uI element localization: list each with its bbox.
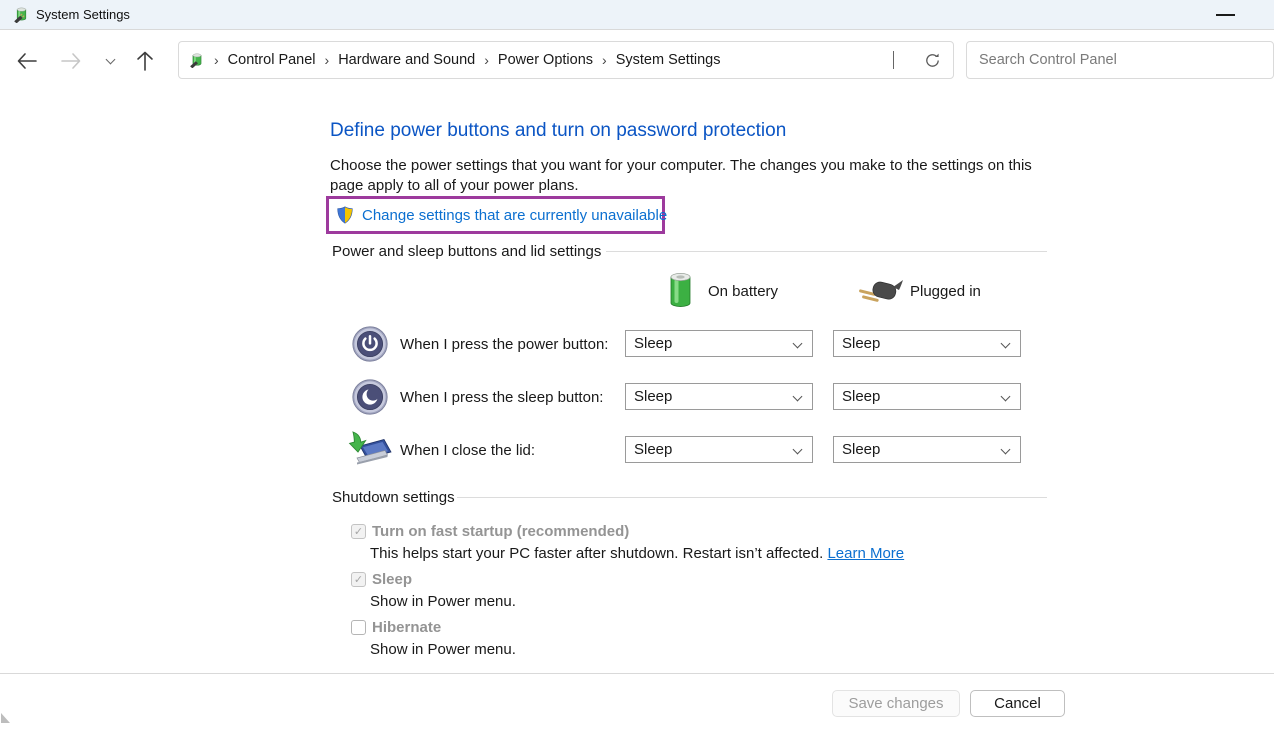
minimize-icon bbox=[1216, 14, 1235, 16]
power-section-heading: Power and sleep buttons and lid settings bbox=[332, 243, 601, 260]
search-input[interactable] bbox=[967, 42, 1273, 78]
resize-grip bbox=[1, 713, 10, 723]
sleep-description: Show in Power menu. bbox=[370, 593, 516, 610]
back-button[interactable] bbox=[10, 44, 44, 78]
section-divider bbox=[606, 251, 1047, 252]
navigation-bar: › Control Panel › Hardware and Sound › P… bbox=[0, 31, 1274, 88]
refresh-icon bbox=[924, 52, 941, 69]
plug-icon bbox=[856, 278, 904, 309]
fast-startup-description: This helps start your PC faster after sh… bbox=[370, 545, 904, 562]
fast-startup-label: Turn on fast startup (recommended) bbox=[372, 523, 629, 540]
chevron-down-icon bbox=[793, 445, 803, 455]
chevron-down-icon bbox=[893, 51, 894, 69]
chevron-down-icon bbox=[105, 54, 115, 64]
selected-value: Sleep bbox=[842, 441, 994, 458]
check-icon: ✓ bbox=[354, 573, 363, 586]
selected-value: Sleep bbox=[634, 388, 786, 405]
forward-button[interactable] bbox=[54, 44, 88, 78]
battery-icon bbox=[668, 272, 693, 313]
minimize-button[interactable] bbox=[1209, 4, 1241, 26]
uac-shield-icon bbox=[336, 206, 354, 224]
recent-locations-button[interactable] bbox=[93, 44, 127, 78]
forward-arrow-icon bbox=[60, 52, 82, 70]
chevron-down-icon bbox=[1001, 339, 1011, 349]
battery-plug-icon bbox=[189, 52, 205, 68]
selected-value: Sleep bbox=[842, 335, 994, 352]
save-changes-button[interactable]: Save changes bbox=[832, 690, 960, 717]
sleep-button-plugged-in-select[interactable]: Sleep bbox=[833, 383, 1021, 410]
title-bar: System Settings bbox=[0, 0, 1274, 30]
sleep-checkbox[interactable]: ✓ bbox=[351, 572, 366, 587]
up-arrow-icon bbox=[136, 50, 154, 72]
section-divider bbox=[457, 497, 1047, 498]
cancel-button[interactable]: Cancel bbox=[970, 690, 1065, 717]
page-title: Define power buttons and turn on passwor… bbox=[330, 120, 786, 142]
close-lid-row-label: When I close the lid: bbox=[400, 442, 535, 459]
selected-value: Sleep bbox=[634, 441, 786, 458]
page-intro: Choose the power settings that you want … bbox=[330, 156, 1032, 196]
up-button[interactable] bbox=[128, 44, 162, 78]
power-button-row-label: When I press the power button: bbox=[400, 336, 608, 353]
window-title: System Settings bbox=[36, 7, 130, 22]
back-arrow-icon bbox=[16, 52, 38, 70]
hibernate-checkbox[interactable] bbox=[351, 620, 366, 635]
sleep-button-icon bbox=[352, 379, 388, 420]
breadcrumb-separator: › bbox=[214, 52, 219, 68]
fast-startup-description-text: This helps start your PC faster after sh… bbox=[370, 545, 827, 562]
change-settings-link[interactable]: Change settings that are currently unava… bbox=[362, 207, 667, 224]
fast-startup-checkbox[interactable]: ✓ bbox=[351, 524, 366, 539]
on-battery-column-label: On battery bbox=[708, 283, 778, 300]
power-button-plugged-in-select[interactable]: Sleep bbox=[833, 330, 1021, 357]
chevron-down-icon bbox=[793, 392, 803, 402]
address-dropdown-button[interactable] bbox=[889, 47, 898, 73]
address-bar[interactable]: › Control Panel › Hardware and Sound › P… bbox=[178, 41, 954, 79]
breadcrumb-separator: › bbox=[484, 52, 489, 68]
power-button-icon bbox=[352, 326, 388, 367]
selected-value: Sleep bbox=[634, 335, 786, 352]
breadcrumb-item-power-options[interactable]: Power Options bbox=[498, 52, 593, 68]
footer-divider bbox=[0, 673, 1274, 674]
selected-value: Sleep bbox=[842, 388, 994, 405]
breadcrumb-item-hardware-and-sound[interactable]: Hardware and Sound bbox=[338, 52, 475, 68]
chevron-down-icon bbox=[793, 339, 803, 349]
learn-more-link[interactable]: Learn More bbox=[827, 545, 904, 562]
breadcrumb-item-control-panel[interactable]: Control Panel bbox=[228, 52, 316, 68]
breadcrumb-item-system-settings[interactable]: System Settings bbox=[616, 52, 721, 68]
lid-icon bbox=[348, 431, 392, 472]
sleep-button-row-label: When I press the sleep button: bbox=[400, 389, 603, 406]
search-box bbox=[966, 41, 1274, 79]
power-button-on-battery-select[interactable]: Sleep bbox=[625, 330, 813, 357]
hibernate-label: Hibernate bbox=[372, 619, 441, 636]
shutdown-section-heading: Shutdown settings bbox=[332, 489, 455, 506]
sleep-label: Sleep bbox=[372, 571, 412, 588]
hibernate-description: Show in Power menu. bbox=[370, 641, 516, 658]
close-lid-plugged-in-select[interactable]: Sleep bbox=[833, 436, 1021, 463]
breadcrumb-separator: › bbox=[602, 52, 607, 68]
chevron-down-icon bbox=[1001, 392, 1011, 402]
check-icon: ✓ bbox=[354, 525, 363, 538]
plugged-in-column-label: Plugged in bbox=[910, 283, 981, 300]
battery-plug-icon bbox=[13, 6, 30, 23]
sleep-button-on-battery-select[interactable]: Sleep bbox=[625, 383, 813, 410]
breadcrumb-separator: › bbox=[325, 52, 330, 68]
close-lid-on-battery-select[interactable]: Sleep bbox=[625, 436, 813, 463]
admin-link-highlight-box: Change settings that are currently unava… bbox=[326, 196, 665, 234]
chevron-down-icon bbox=[1001, 445, 1011, 455]
refresh-button[interactable] bbox=[924, 52, 941, 69]
